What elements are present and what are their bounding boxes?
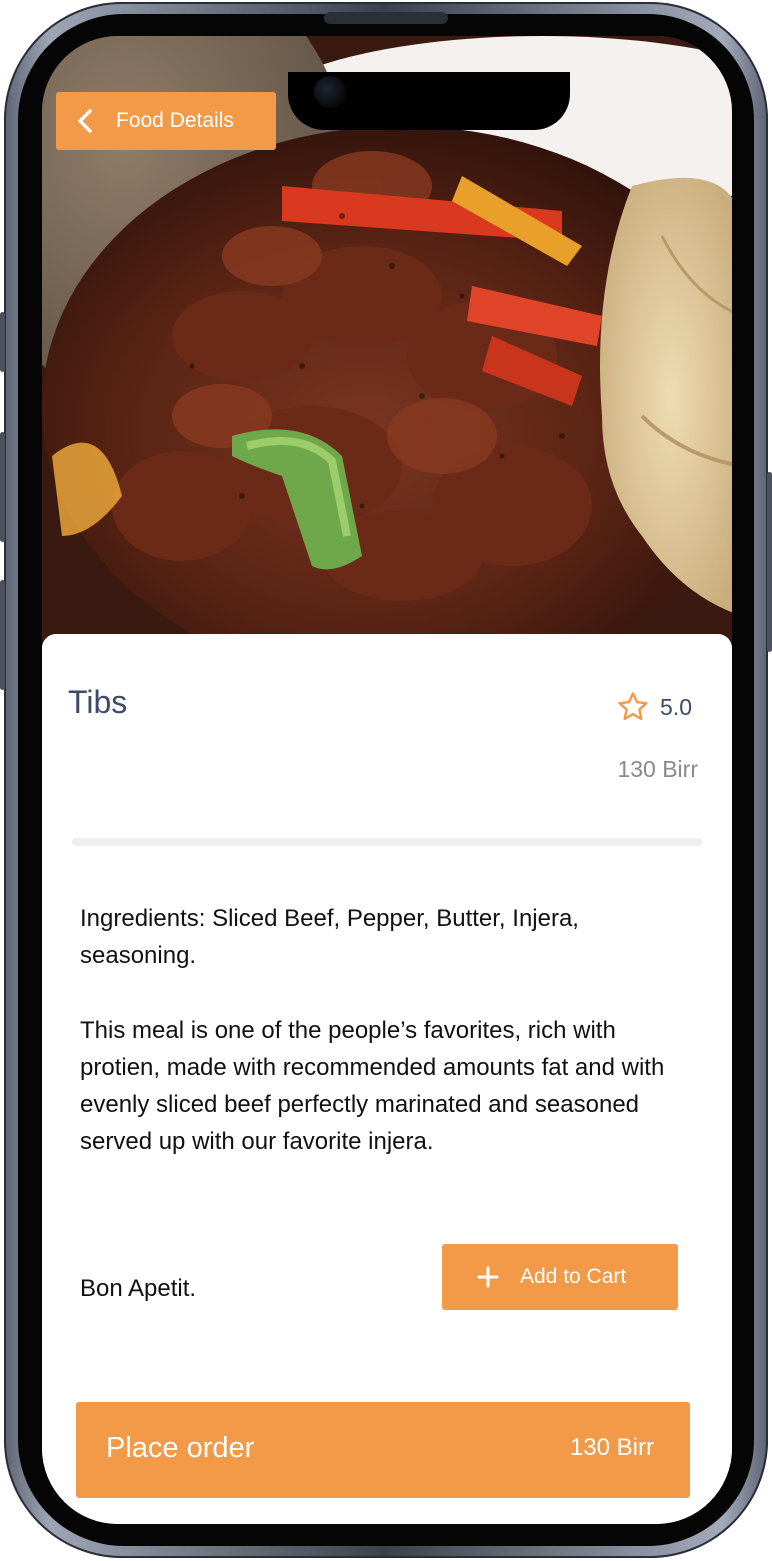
speaker-grille xyxy=(324,12,448,24)
chevron-left-icon xyxy=(68,108,102,134)
food-title: Tibs xyxy=(68,684,128,720)
plus-icon xyxy=(474,1266,502,1288)
food-price: 130 Birr xyxy=(617,756,698,782)
side-button-right xyxy=(767,472,772,652)
section-divider xyxy=(72,838,702,846)
side-button-left-2 xyxy=(0,432,5,542)
back-button-label: Food Details xyxy=(116,109,234,132)
side-button-left-1 xyxy=(0,312,5,372)
ingredients-text: Ingredients: Sliced Beef, Pepper, Butter… xyxy=(80,905,579,969)
back-button[interactable]: Food Details xyxy=(56,92,276,150)
rating-value: 5.0 xyxy=(660,693,692,720)
place-order-price: 130 Birr xyxy=(569,1434,654,1461)
add-to-cart-button[interactable]: Add to Cart xyxy=(442,1244,678,1310)
rating: 5.0 xyxy=(616,690,692,724)
add-to-cart-label: Add to Cart xyxy=(520,1265,627,1288)
side-button-left-3 xyxy=(0,580,5,690)
food-details-card: Tibs 5.0 130 Birr Ingredients: Sliced Be… xyxy=(42,634,732,1524)
phone-notch xyxy=(288,72,570,130)
star-outline-icon xyxy=(616,690,650,724)
place-order-label: Place order xyxy=(106,1432,255,1464)
sign-off-text: Bon Apetit. xyxy=(80,1275,197,1302)
description-text: This meal is one of the people’s favorit… xyxy=(80,1017,665,1155)
front-camera xyxy=(314,76,346,108)
app-screen: Food Details Tibs 5.0 130 Birr Ingredien… xyxy=(42,36,732,1524)
place-order-button[interactable]: Place order 130 Birr xyxy=(76,1402,690,1498)
